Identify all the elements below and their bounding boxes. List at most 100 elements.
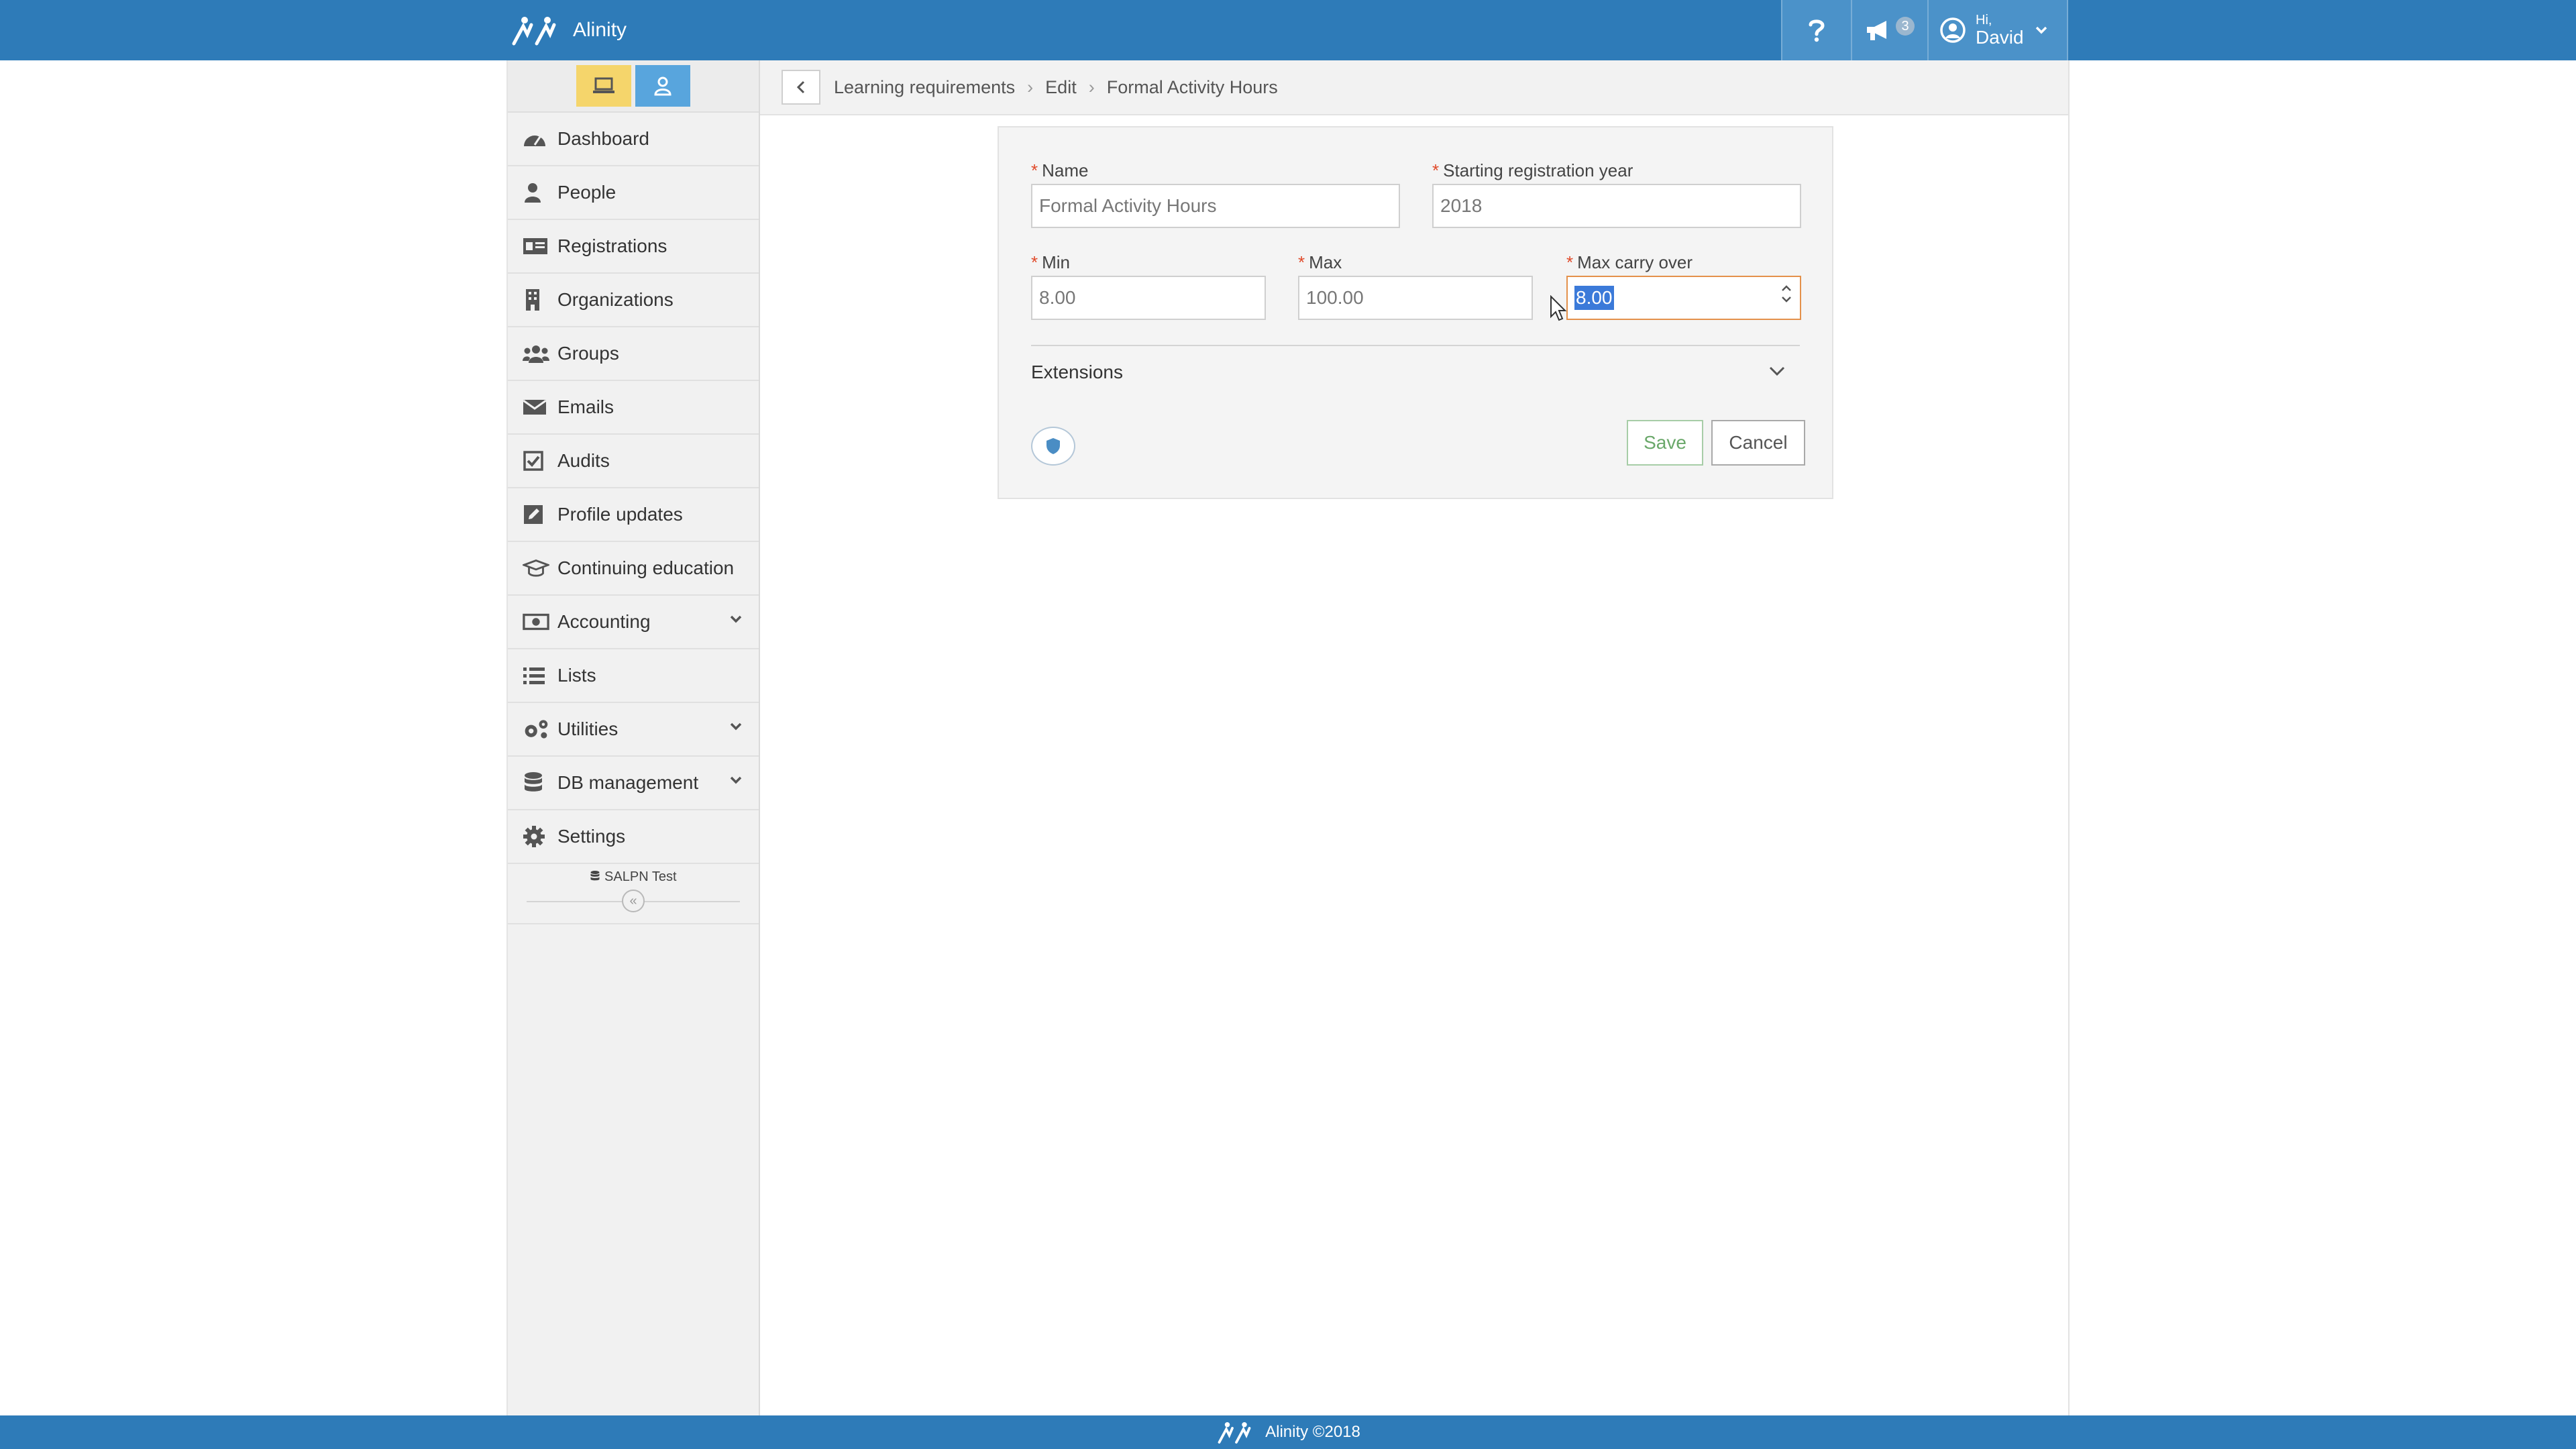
breadcrumb-current: Formal Activity Hours: [1106, 76, 1278, 97]
sidebar-item-label: DB management: [557, 772, 699, 793]
cancel-button[interactable]: Cancel: [1711, 420, 1805, 466]
chevron-down-icon: [730, 776, 742, 784]
start-year-input[interactable]: 2018: [1432, 184, 1801, 228]
footer-copyright: Alinity ©2018: [1265, 1423, 1360, 1441]
gear-icon: [523, 826, 545, 847]
sidebar-item-continuing-education[interactable]: Continuing education: [508, 542, 759, 596]
sidebar-item-label: Emails: [557, 396, 614, 417]
group-icon: [523, 345, 549, 363]
edit-form-card: * Name Formal Activity Hours * Starting re…: [998, 126, 1833, 499]
max-carry-over-field-group: * Max carry over 8.00: [1566, 250, 1801, 320]
sidebar-item-dashboard[interactable]: Dashboard: [508, 113, 759, 166]
security-button[interactable]: [1031, 427, 1075, 466]
name-label: * Name: [1031, 160, 1089, 180]
sidebar-item-label: Settings: [557, 826, 626, 847]
sidebar-item-profile-updates[interactable]: Profile updates: [508, 488, 759, 542]
min-input[interactable]: 8.00: [1031, 276, 1266, 320]
person-icon: [654, 76, 672, 96]
sidebar-item-label: Audits: [557, 450, 610, 471]
sidebar-item-db-management[interactable]: DB management: [508, 757, 759, 810]
sidebar-item-accounting[interactable]: Accounting: [508, 596, 759, 649]
database-indicator: SALPN Test «: [508, 864, 759, 924]
sidebar-item-utilities[interactable]: Utilities: [508, 703, 759, 757]
sidebar-item-lists[interactable]: Lists: [508, 649, 759, 703]
sidebar-item-registrations[interactable]: Registrations: [508, 220, 759, 274]
alinity-logo-icon: [512, 17, 556, 46]
person-view-toggle[interactable]: [635, 65, 690, 107]
breadcrumb-separator: ›: [1088, 76, 1095, 97]
question-icon: [1809, 19, 1825, 42]
start-year-label: * Starting registration year: [1432, 160, 1633, 180]
back-button[interactable]: [782, 70, 820, 105]
selected-text: 8.00: [1574, 286, 1614, 310]
sidebar-item-label: Continuing education: [557, 557, 735, 578]
spin-down-icon[interactable]: [1781, 296, 1792, 303]
page-footer: Alinity ©2018: [0, 1415, 2576, 1449]
sidebar-item-groups[interactable]: Groups: [508, 327, 759, 381]
user-menu-button[interactable]: Hi, David: [1927, 0, 2068, 60]
sidebar-item-label: Profile updates: [557, 504, 683, 525]
chevron-down-icon: [1769, 366, 1785, 376]
number-spinner[interactable]: [1781, 285, 1792, 303]
graduation-cap-icon: [523, 559, 549, 577]
min-field-group: * Min 8.00: [1031, 250, 1266, 320]
name-field-group: * Name Formal Activity Hours: [1031, 158, 1400, 228]
breadcrumb-learning-requirements[interactable]: Learning requirements: [834, 77, 1015, 98]
extensions-label: Extensions: [1031, 362, 1123, 382]
collapse-sidebar-button[interactable]: «: [622, 890, 645, 912]
help-button[interactable]: [1781, 0, 1851, 60]
brand-name: Alinity: [573, 19, 627, 41]
money-icon: [523, 613, 549, 631]
sidebar-item-label: Registrations: [557, 235, 667, 256]
sidebar-item-settings[interactable]: Settings: [508, 810, 759, 864]
min-label: * Min: [1031, 252, 1071, 272]
max-input[interactable]: 100.00: [1298, 276, 1533, 320]
view-toggle-group: [508, 60, 759, 113]
building-icon: [526, 289, 539, 311]
breadcrumb-edit[interactable]: Edit: [1045, 77, 1077, 98]
chevron-down-icon: [2035, 26, 2047, 34]
envelope-icon: [523, 399, 547, 415]
sidebar-item-label: Lists: [557, 665, 596, 686]
dashboard-icon: [524, 136, 545, 146]
divider: [1031, 345, 1800, 346]
max-field-group: * Max 100.00: [1298, 250, 1533, 320]
sidebar-item-audits[interactable]: Audits: [508, 435, 759, 488]
sidebar-item-label: Utilities: [557, 718, 619, 739]
breadcrumb: Learning requirements › Edit › Formal Ac…: [760, 60, 2068, 115]
id-card-icon: [523, 238, 547, 254]
sidebar-item-people[interactable]: People: [508, 166, 759, 220]
list-icon: [523, 667, 545, 684]
top-header: Alinity 3 Hi, David: [0, 0, 2576, 60]
announcements-button[interactable]: 3: [1851, 0, 1927, 60]
mouse-cursor-icon: [1550, 295, 1567, 321]
sidebar-item-label: Dashboard: [557, 128, 649, 149]
user-greeting: Hi,: [1976, 12, 1992, 28]
person-icon: [525, 183, 541, 203]
edit-icon: [524, 505, 543, 524]
sidebar-item-label: Accounting: [557, 611, 651, 632]
sidebar-item-organizations[interactable]: Organizations: [508, 274, 759, 327]
sidebar-item-label: People: [557, 182, 616, 203]
desktop-icon: [593, 77, 614, 93]
save-button[interactable]: Save: [1627, 420, 1703, 466]
desktop-view-toggle[interactable]: [576, 65, 631, 107]
extensions-toggle[interactable]: Extensions: [1031, 356, 1800, 389]
spin-up-icon[interactable]: [1781, 285, 1792, 292]
sidebar-item-emails[interactable]: Emails: [508, 381, 759, 435]
brand[interactable]: Alinity: [510, 12, 627, 48]
database-icon: [525, 772, 542, 792]
max-carry-over-input[interactable]: 8.00: [1566, 276, 1801, 320]
checkbox-icon: [523, 451, 543, 471]
user-circle-icon: [1940, 17, 1966, 43]
main-content: Learning requirements › Edit › Formal Ac…: [760, 60, 2070, 1415]
max-carry-over-label: * Max carry over: [1566, 252, 1693, 272]
database-name: SALPN Test: [604, 869, 677, 884]
chevron-left-icon: [796, 80, 805, 94]
sidebar-item-label: Groups: [557, 343, 619, 364]
sidebar: Dashboard People Registrations Organizat…: [506, 60, 760, 1415]
breadcrumb-separator: ›: [1027, 76, 1034, 97]
cogs-icon: [525, 720, 548, 739]
user-name: David: [1976, 26, 2024, 48]
name-input[interactable]: Formal Activity Hours: [1031, 184, 1400, 228]
